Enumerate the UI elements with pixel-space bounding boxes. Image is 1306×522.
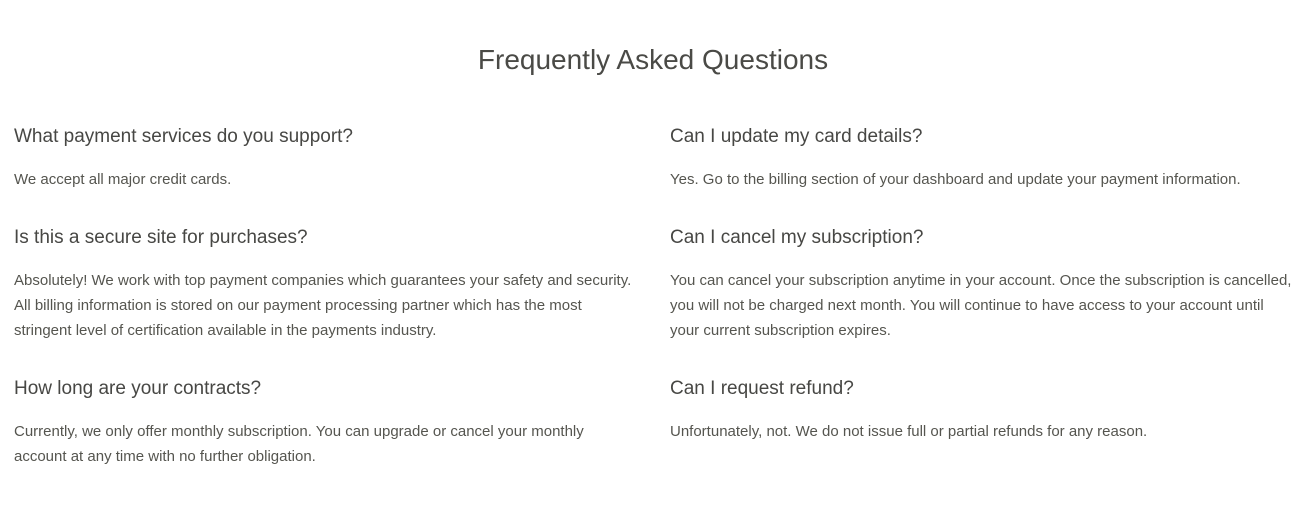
faq-question: What payment services do you support? <box>14 126 354 147</box>
faq-answer: Absolutely! We work with top payment com… <box>14 272 632 339</box>
faq-answer: Yes. Go to the billing section of your d… <box>670 171 1241 188</box>
faq-item: Can I cancel my subscription? You can ca… <box>670 222 1294 343</box>
faq-answer: Currently, we only offer monthly subscri… <box>14 423 584 465</box>
faq-question: Can I cancel my subscription? <box>670 227 924 248</box>
faq-item: Can I request refund? Unfortunately, not… <box>670 373 1294 469</box>
faq-question: Can I request refund? <box>670 378 854 399</box>
faq-question: Is this a secure site for purchases? <box>14 227 308 248</box>
faq-answer: Unfortunately, not. We do not issue full… <box>670 423 1148 440</box>
faq-item: Can I update my card details? Yes. Go to… <box>670 121 1294 192</box>
faq-item: Is this a secure site for purchases? Abs… <box>14 222 638 343</box>
faq-question: How long are your contracts? <box>14 378 262 399</box>
faq-answer: We accept all major credit cards. <box>14 171 232 188</box>
faq-item: How long are your contracts? Currently, … <box>14 373 638 469</box>
faq-section: Frequently Asked Questions What payment … <box>0 0 1306 522</box>
faq-question: Can I update my card details? <box>670 126 923 147</box>
faq-title: Frequently Asked Questions <box>477 44 829 75</box>
faq-grid: What payment services do you support? We… <box>14 121 1294 469</box>
faq-answer: You can cancel your subscription anytime… <box>670 272 1292 339</box>
faq-item: What payment services do you support? We… <box>14 121 638 192</box>
